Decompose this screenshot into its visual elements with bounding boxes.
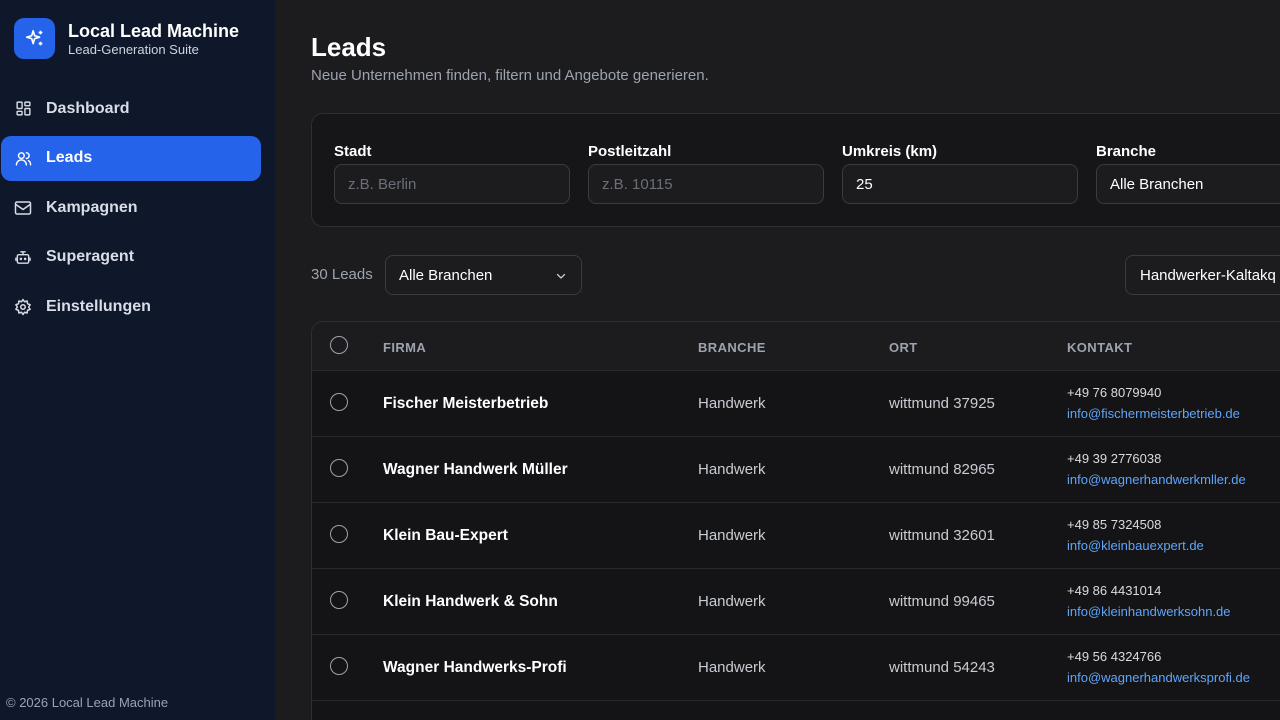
industry-cell: Handwerk [698,659,766,676]
sidebar-item-superagent[interactable]: Superagent [0,235,275,280]
column-header-ort[interactable]: ORT [889,340,918,355]
sidebar: Local Lead Machine Lead-Generation Suite… [0,0,275,720]
app-title: Local Lead Machine [68,20,240,41]
industry-filter-value: Alle Branchen [399,266,493,284]
gear-icon [14,298,32,316]
location-cell: wittmund 32601 [889,527,995,544]
search-filter-card: Stadt z.B. Berlin Postleitzahl z.B. 1011… [311,113,1280,227]
sidebar-nav: Dashboard Leads Kampagnen Superagent Ein… [0,86,275,334]
column-header-firma[interactable]: FIRMA [383,340,426,355]
industry-cell: Handwerk [698,461,766,478]
company-name: Wagner Handwerks-Profi [383,659,567,676]
city-label: Stadt [334,143,372,160]
zip-filter: Postleitzahl z.B. 10115 [588,143,824,204]
email-link[interactable]: info@fischermeisterbetrieb.de [1067,406,1240,421]
row-select-radio[interactable] [330,591,348,609]
phone-cell: +49 76 8079940 [1067,385,1162,400]
company-name: Klein Handwerk & Sohn [383,593,558,610]
table-row[interactable]: Fischer Meisterbetrieb Handwerk wittmund… [312,371,1280,437]
location-cell: wittmund 82965 [889,461,995,478]
email-link[interactable]: info@wagnerhandwerkmller.de [1067,472,1246,487]
sidebar-item-label: Superagent [46,248,135,265]
column-header-kontakt[interactable]: KONTAKT [1067,340,1132,355]
row-select-radio[interactable] [330,657,348,675]
sidebar-item-kampagnen[interactable]: Kampagnen [0,185,275,230]
zip-label: Postleitzahl [588,143,672,160]
radius-filter: Umkreis (km) 25 [842,143,1078,204]
table-header: FIRMA BRANCHE ORT KONTAKT [312,322,1280,371]
app: Local Lead Machine Lead-Generation Suite… [0,0,1280,720]
email-link[interactable]: info@wagnerhandwerksprofi.de [1067,670,1250,685]
table-row[interactable]: Klein Bau-Expert Handwerk wittmund 32601… [312,503,1280,569]
industry-cell: Handwerk [698,527,766,544]
zip-input[interactable]: z.B. 10115 [588,164,824,204]
industry-label: Branche [1096,143,1157,160]
location-cell: wittmund 37925 [889,395,995,412]
leads-table: FIRMA BRANCHE ORT KONTAKT Fischer Meiste… [311,321,1280,720]
location-cell: wittmund 99465 [889,593,995,610]
column-header-branche[interactable]: BRANCHE [698,340,766,355]
template-select-value: Handwerker-Kaltakq [1140,266,1276,284]
table-row[interactable]: Wagner Handwerk Müller Handwerk wittmund… [312,437,1280,503]
sidebar-item-dashboard[interactable]: Dashboard [0,86,275,131]
sidebar-item-leads[interactable]: Leads [1,135,261,181]
company-name: Wagner Handwerk Müller [383,461,568,478]
city-filter: Stadt z.B. Berlin [334,143,570,204]
email-link[interactable]: info@kleinhandwerksohn.de [1067,604,1231,619]
select-all-radio[interactable] [330,336,348,354]
brand: Local Lead Machine Lead-Generation Suite [14,18,239,59]
industry-cell: Handwerk [698,593,766,610]
page-subtitle: Neue Unternehmen finden, filtern und Ang… [311,67,709,84]
row-select-radio[interactable] [330,525,348,543]
chevron-down-icon [555,269,567,286]
sidebar-item-label: Leads [46,149,93,166]
mail-icon [14,199,32,217]
city-input[interactable]: z.B. Berlin [334,164,570,204]
radius-label: Umkreis (km) [842,143,938,160]
page-title: Leads [311,32,387,62]
sidebar-item-label: Dashboard [46,99,130,117]
phone-cell: +49 85 7324508 [1067,517,1162,532]
sidebar-item-label: Kampagnen [46,198,138,216]
row-select-radio[interactable] [330,459,348,477]
sidebar-footer: © 2026 Local Lead Machine [6,695,169,710]
company-name: Fischer Meisterbetrieb [383,395,549,412]
lead-count: 30 Leads [311,266,373,283]
bot-icon [14,248,32,266]
location-cell: wittmund 54243 [889,659,995,676]
table-row[interactable]: Klein Handwerk & Sohn Handwerk wittmund … [312,569,1280,635]
app-subtitle: Lead-Generation Suite [68,41,199,57]
sidebar-item-label: Einstellungen [46,297,151,315]
phone-cell: +49 86 4431014 [1067,583,1162,598]
users-icon [14,149,32,167]
email-link[interactable]: info@kleinbauexpert.de [1067,538,1204,553]
row-select-radio[interactable] [330,393,348,411]
sparkles-icon [14,18,55,59]
phone-cell: +49 56 4324766 [1067,649,1162,664]
main-content: Leads Neue Unternehmen finden, filtern u… [275,0,1280,720]
template-select[interactable]: Handwerker-Kaltakq [1125,255,1280,295]
industry-filter: Branche Alle Branchen [1096,143,1280,204]
industry-select[interactable]: Alle Branchen [1096,164,1280,204]
industry-filter-select[interactable]: Alle Branchen [385,255,582,295]
sidebar-item-einstellungen[interactable]: Einstellungen [0,284,275,329]
company-name: Klein Bau-Expert [383,527,508,544]
radius-input[interactable]: 25 [842,164,1078,204]
industry-cell: Handwerk [698,395,766,412]
table-row[interactable]: Wagner Handwerks-Profi Handwerk wittmund… [312,635,1280,701]
phone-cell: +49 39 2776038 [1067,451,1162,466]
grid-icon [14,100,32,118]
